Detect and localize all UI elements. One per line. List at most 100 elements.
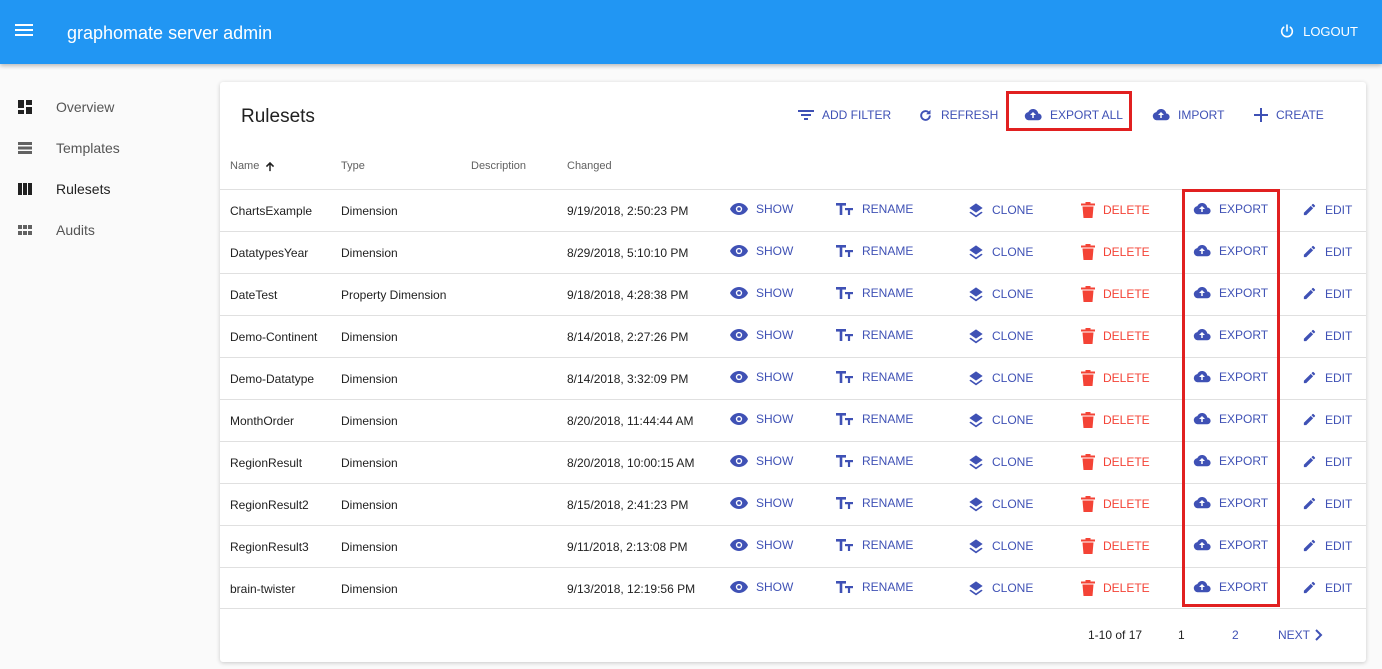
- show-button[interactable]: SHOW: [730, 202, 793, 216]
- add-filter-button[interactable]: ADD FILTER: [798, 103, 891, 127]
- layers-icon: [969, 497, 983, 512]
- rename-button[interactable]: RENAME: [836, 496, 913, 510]
- export-button[interactable]: EXPORT: [1193, 412, 1268, 426]
- show-button[interactable]: SHOW: [730, 370, 793, 384]
- create-button[interactable]: CREATE: [1254, 103, 1324, 127]
- sidebar-item-audits[interactable]: Audits: [0, 209, 200, 250]
- clone-button[interactable]: CLONE: [968, 496, 1033, 512]
- logout-button[interactable]: LOGOUT: [1279, 23, 1358, 39]
- delete-button[interactable]: DELETE: [1081, 496, 1150, 512]
- pencil-icon: [1303, 413, 1316, 426]
- show-button[interactable]: SHOW: [730, 328, 793, 342]
- pagination-page-1[interactable]: 1: [1178, 628, 1185, 642]
- export-button[interactable]: EXPORT: [1193, 202, 1268, 216]
- delete-button[interactable]: DELETE: [1081, 370, 1150, 386]
- clone-button[interactable]: CLONE: [968, 286, 1033, 302]
- delete-button[interactable]: DELETE: [1081, 244, 1150, 260]
- delete-button[interactable]: DELETE: [1081, 454, 1150, 470]
- rename-button[interactable]: RENAME: [836, 244, 913, 258]
- edit-button[interactable]: EDIT: [1302, 244, 1352, 259]
- ruleset-changed: 8/20/2018, 11:44:44 AM: [567, 414, 694, 428]
- pagination-next-button[interactable]: NEXT: [1278, 628, 1324, 642]
- show-button[interactable]: SHOW: [730, 286, 793, 300]
- export-button[interactable]: EXPORT: [1193, 496, 1268, 510]
- export-button[interactable]: EXPORT: [1193, 244, 1268, 258]
- sidebar-item-rulesets[interactable]: Rulesets: [0, 168, 200, 209]
- delete-button[interactable]: DELETE: [1081, 286, 1150, 302]
- clone-label: CLONE: [992, 581, 1034, 595]
- ruleset-name: RegionResult3: [230, 540, 309, 554]
- delete-button[interactable]: DELETE: [1081, 412, 1150, 428]
- export-button[interactable]: EXPORT: [1193, 370, 1268, 384]
- edit-label: EDIT: [1325, 286, 1353, 301]
- cloud-upload-icon: [1193, 202, 1211, 215]
- column-header-description[interactable]: Description: [471, 160, 526, 172]
- clone-button[interactable]: CLONE: [968, 412, 1033, 428]
- refresh-button[interactable]: REFRESH: [918, 103, 998, 127]
- edit-button[interactable]: EDIT: [1302, 202, 1352, 217]
- rename-button[interactable]: RENAME: [836, 370, 913, 384]
- column-header-changed[interactable]: Changed: [567, 160, 612, 172]
- edit-button[interactable]: EDIT: [1302, 328, 1352, 343]
- edit-button[interactable]: EDIT: [1302, 496, 1352, 511]
- delete-button[interactable]: DELETE: [1081, 538, 1150, 554]
- delete-button[interactable]: DELETE: [1081, 202, 1150, 218]
- rename-button[interactable]: RENAME: [836, 202, 913, 216]
- rename-label: RENAME: [862, 538, 914, 552]
- edit-button[interactable]: EDIT: [1302, 412, 1352, 427]
- edit-label: EDIT: [1325, 202, 1353, 217]
- edit-button[interactable]: EDIT: [1302, 370, 1352, 385]
- export-button[interactable]: EXPORT: [1193, 538, 1268, 552]
- delete-label: DELETE: [1103, 329, 1150, 343]
- import-button[interactable]: IMPORT: [1152, 103, 1224, 127]
- ruleset-name: DatatypesYear: [230, 246, 309, 260]
- sidebar-item-overview[interactable]: Overview: [0, 86, 200, 127]
- rename-button[interactable]: RENAME: [836, 580, 913, 594]
- rename-button[interactable]: RENAME: [836, 454, 913, 468]
- clone-button[interactable]: CLONE: [968, 580, 1033, 596]
- clone-label: CLONE: [992, 497, 1034, 511]
- clone-button[interactable]: CLONE: [968, 202, 1033, 218]
- show-label: SHOW: [756, 496, 794, 510]
- show-button[interactable]: SHOW: [730, 454, 793, 468]
- show-button[interactable]: SHOW: [730, 538, 793, 552]
- show-button[interactable]: SHOW: [730, 412, 793, 426]
- edit-label: EDIT: [1325, 538, 1353, 553]
- clone-button[interactable]: CLONE: [968, 244, 1033, 260]
- trash-icon: [1081, 244, 1095, 260]
- logout-label: LOGOUT: [1303, 23, 1358, 39]
- edit-button[interactable]: EDIT: [1302, 580, 1352, 595]
- edit-label: EDIT: [1325, 412, 1353, 427]
- edit-button[interactable]: EDIT: [1302, 454, 1352, 469]
- pagination-page-2[interactable]: 2: [1232, 628, 1239, 642]
- ruleset-type: Dimension: [341, 204, 398, 218]
- rename-button[interactable]: RENAME: [836, 412, 913, 426]
- export-button[interactable]: EXPORT: [1193, 286, 1268, 300]
- delete-button[interactable]: DELETE: [1081, 328, 1150, 344]
- clone-label: CLONE: [992, 371, 1034, 385]
- rename-button[interactable]: RENAME: [836, 328, 913, 342]
- delete-button[interactable]: DELETE: [1081, 580, 1150, 596]
- export-all-button[interactable]: EXPORT ALL: [1024, 103, 1123, 127]
- clone-button[interactable]: CLONE: [968, 538, 1033, 554]
- cloud-upload-icon: [1193, 370, 1211, 383]
- edit-button[interactable]: EDIT: [1302, 538, 1352, 553]
- column-header-type[interactable]: Type: [341, 160, 365, 172]
- show-button[interactable]: SHOW: [730, 244, 793, 258]
- export-button[interactable]: EXPORT: [1193, 580, 1268, 594]
- sidebar-item-templates[interactable]: Templates: [0, 127, 200, 168]
- export-button[interactable]: EXPORT: [1193, 454, 1268, 468]
- clone-button[interactable]: CLONE: [968, 328, 1033, 344]
- column-header-label: Name: [230, 160, 260, 172]
- clone-button[interactable]: CLONE: [968, 370, 1033, 386]
- rename-button[interactable]: RENAME: [836, 286, 913, 300]
- clone-button[interactable]: CLONE: [968, 454, 1033, 470]
- rename-button[interactable]: RENAME: [836, 538, 913, 552]
- cloud-upload-icon: [1193, 580, 1211, 593]
- hamburger-menu-icon[interactable]: [15, 21, 33, 43]
- export-button[interactable]: EXPORT: [1193, 328, 1268, 342]
- edit-button[interactable]: EDIT: [1302, 286, 1352, 301]
- show-button[interactable]: SHOW: [730, 496, 793, 510]
- show-button[interactable]: SHOW: [730, 580, 793, 594]
- column-header-name[interactable]: Name: [230, 160, 276, 172]
